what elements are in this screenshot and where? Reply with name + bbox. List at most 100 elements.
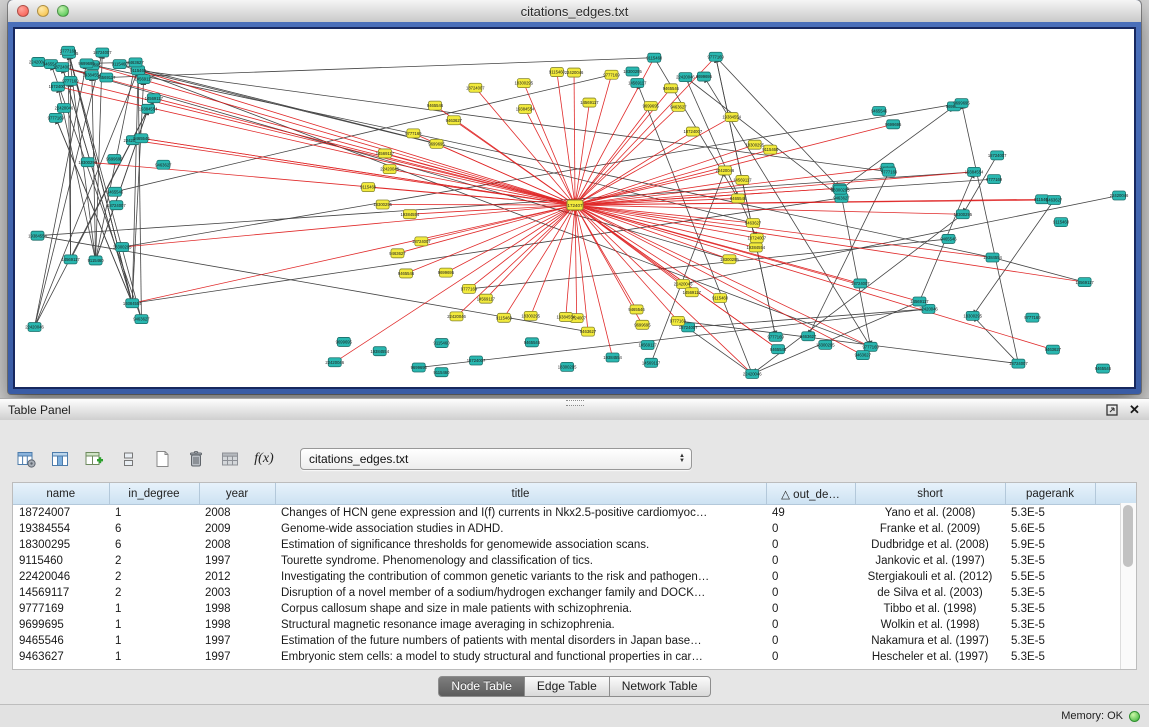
desktop: citations_edges.txt 18724007 19384554 1830… (0, 0, 1149, 727)
graph-node-label: 9115460 (762, 147, 779, 152)
cell-in_degree: 1 (109, 505, 199, 522)
cell-name: 9463627 (13, 649, 109, 665)
cell-short: Wolkin et al. (1998) (855, 617, 1005, 633)
function-builder-icon[interactable]: f(x) (252, 447, 276, 471)
table-row[interactable]: 911546021997Tourette syndrome. Phenomeno… (13, 553, 1136, 569)
graph-node-label: 9115460 (496, 315, 513, 320)
close-window-button[interactable] (17, 5, 29, 17)
column-header-out_degree[interactable]: △ out_de… (766, 483, 855, 505)
table-options-icon[interactable] (14, 447, 38, 471)
table-row[interactable]: 977716911998Corpus callosum shape and si… (13, 601, 1136, 617)
graph-node-label: 9465546 (871, 109, 888, 114)
graph-node-label: 9115460 (712, 296, 729, 301)
create-column-icon[interactable] (82, 447, 106, 471)
network-canvas-frame: 18724007 19384554 18300295 9115460 22420046 1… (8, 22, 1141, 394)
float-panel-icon[interactable] (1105, 403, 1118, 416)
graph-node-label: 19384554 (722, 115, 741, 120)
cell-year: 2008 (199, 505, 275, 522)
cell-short: Tibbo et al. (1998) (855, 601, 1005, 617)
column-header-pagerank[interactable]: pagerank (1005, 483, 1095, 505)
table-vertical-scrollbar[interactable] (1120, 503, 1136, 669)
memory-indicator-icon[interactable] (1129, 711, 1140, 722)
table-row[interactable]: 1456911722003Disruption of a novel membe… (13, 585, 1136, 601)
cell-in_degree: 2 (109, 553, 199, 569)
show-columns-icon[interactable] (48, 447, 72, 471)
graph-node-label: 19384554 (516, 107, 535, 112)
graph-node-label: 19384554 (603, 355, 622, 360)
graph-node-label: 9465546 (628, 307, 645, 312)
cell-out_degree: 0 (766, 649, 855, 665)
table-row[interactable]: 2242004622012Investigating the contribut… (13, 569, 1136, 585)
close-panel-icon[interactable]: ✕ (1128, 403, 1141, 416)
table-row[interactable]: 1830029562008Estimation of significance … (13, 537, 1136, 553)
graph-node-label: 9463627 (833, 195, 850, 200)
graph-node-label: 18724007 (684, 129, 703, 134)
graph-node-label: 14569117 (477, 296, 496, 301)
table-header-row: namein_degreeyeartitle△ out_de…shortpage… (13, 483, 1136, 505)
cell-short: Stergiakouli et al. (2012) (855, 569, 1005, 585)
tab-edge-table[interactable]: Edge Table (525, 676, 610, 697)
column-header-year[interactable]: year (199, 483, 275, 505)
zoom-window-button[interactable] (57, 5, 69, 17)
column-header-short[interactable]: short (855, 483, 1005, 505)
graph-node-label: 9777169 (48, 115, 65, 120)
scrollbar-thumb[interactable] (1123, 505, 1133, 567)
cell-year: 1997 (199, 649, 275, 665)
graph-node-label: 18724007 (412, 239, 431, 244)
cell-year: 2009 (199, 521, 275, 537)
cell-pagerank: 5.3E-5 (1005, 617, 1095, 633)
cell-year: 1997 (199, 553, 275, 569)
table-row[interactable]: 1872400712008Changes of HCN gene express… (13, 505, 1136, 522)
tab-node-table[interactable]: Node Table (438, 676, 525, 697)
network-window-titlebar[interactable]: citations_edges.txt (8, 0, 1141, 23)
graph-node-label: 9777169 (603, 72, 620, 77)
import-table-icon[interactable] (218, 447, 242, 471)
cell-title: Tourette syndrome. Phenomenology and cla… (275, 553, 766, 569)
network-graph[interactable]: 18724007 19384554 18300295 9115460 22420046 1… (15, 29, 1134, 387)
cell-short: Dudbridge et al. (2008) (855, 537, 1005, 553)
graph-node-label: 9699695 (336, 340, 353, 345)
graph-node-label: 9463627 (389, 251, 406, 256)
column-header-title[interactable]: title (275, 483, 766, 505)
graph-node-label: 22420046 (1110, 193, 1129, 198)
table-selector-dropdown[interactable]: citations_edges.txt ▲ ▼ (300, 448, 692, 470)
cell-name: 14569117 (13, 585, 109, 601)
new-table-icon[interactable] (150, 447, 174, 471)
graph-node-label: 9465546 (730, 196, 747, 201)
graph-node-label: 9699695 (696, 74, 713, 79)
table-row[interactable]: 1938455462009Genome-wide association stu… (13, 521, 1136, 537)
graph-node-label: 19384554 (983, 255, 1002, 260)
cell-name: 9465546 (13, 633, 109, 649)
traffic-lights (17, 5, 69, 17)
tab-network-table[interactable]: Network Table (610, 676, 711, 697)
graph-node-label: 22420046 (55, 106, 74, 111)
graph-node-label: 22420046 (380, 167, 399, 172)
cell-in_degree: 6 (109, 537, 199, 553)
cell-out_degree: 49 (766, 505, 855, 522)
graph-node-label: 9465546 (427, 103, 444, 108)
node-table: namein_degreeyeartitle△ out_de…shortpage… (12, 482, 1137, 670)
column-header-in_degree[interactable]: in_degree (109, 483, 199, 505)
delete-table-icon[interactable] (184, 447, 208, 471)
memory-status-label: Memory: OK (1061, 710, 1123, 722)
graph-node-label: 22420046 (325, 360, 344, 365)
table-row[interactable]: 946362711997Embryonic stem cells: a mode… (13, 649, 1136, 665)
graph-node-label: 9699695 (428, 141, 445, 146)
table-row[interactable]: 946554611997Estimation of the future num… (13, 633, 1136, 649)
graph-node-label: 22420046 (919, 306, 938, 311)
graph-node-label: 18300295 (113, 245, 132, 250)
graph-node-label: 22420046 (743, 372, 762, 377)
status-bar: Memory: OK (0, 704, 1149, 727)
cell-title: Embryonic stem cells: a model to study s… (275, 649, 766, 665)
graph-node-label: 18724007 (53, 65, 72, 70)
column-header-name[interactable]: name (13, 483, 109, 505)
minimize-window-button[interactable] (37, 5, 49, 17)
cell-name: 22420046 (13, 569, 109, 585)
graph-node-label: 9465546 (770, 347, 787, 352)
cell-out_degree: 0 (766, 553, 855, 569)
graph-node-label: 19384554 (556, 315, 575, 320)
cell-name: 9777169 (13, 601, 109, 617)
table-row[interactable]: 969969511998Structural magnetic resonanc… (13, 617, 1136, 633)
rows-icon[interactable] (116, 447, 140, 471)
panel-resize-grip[interactable] (566, 400, 584, 406)
